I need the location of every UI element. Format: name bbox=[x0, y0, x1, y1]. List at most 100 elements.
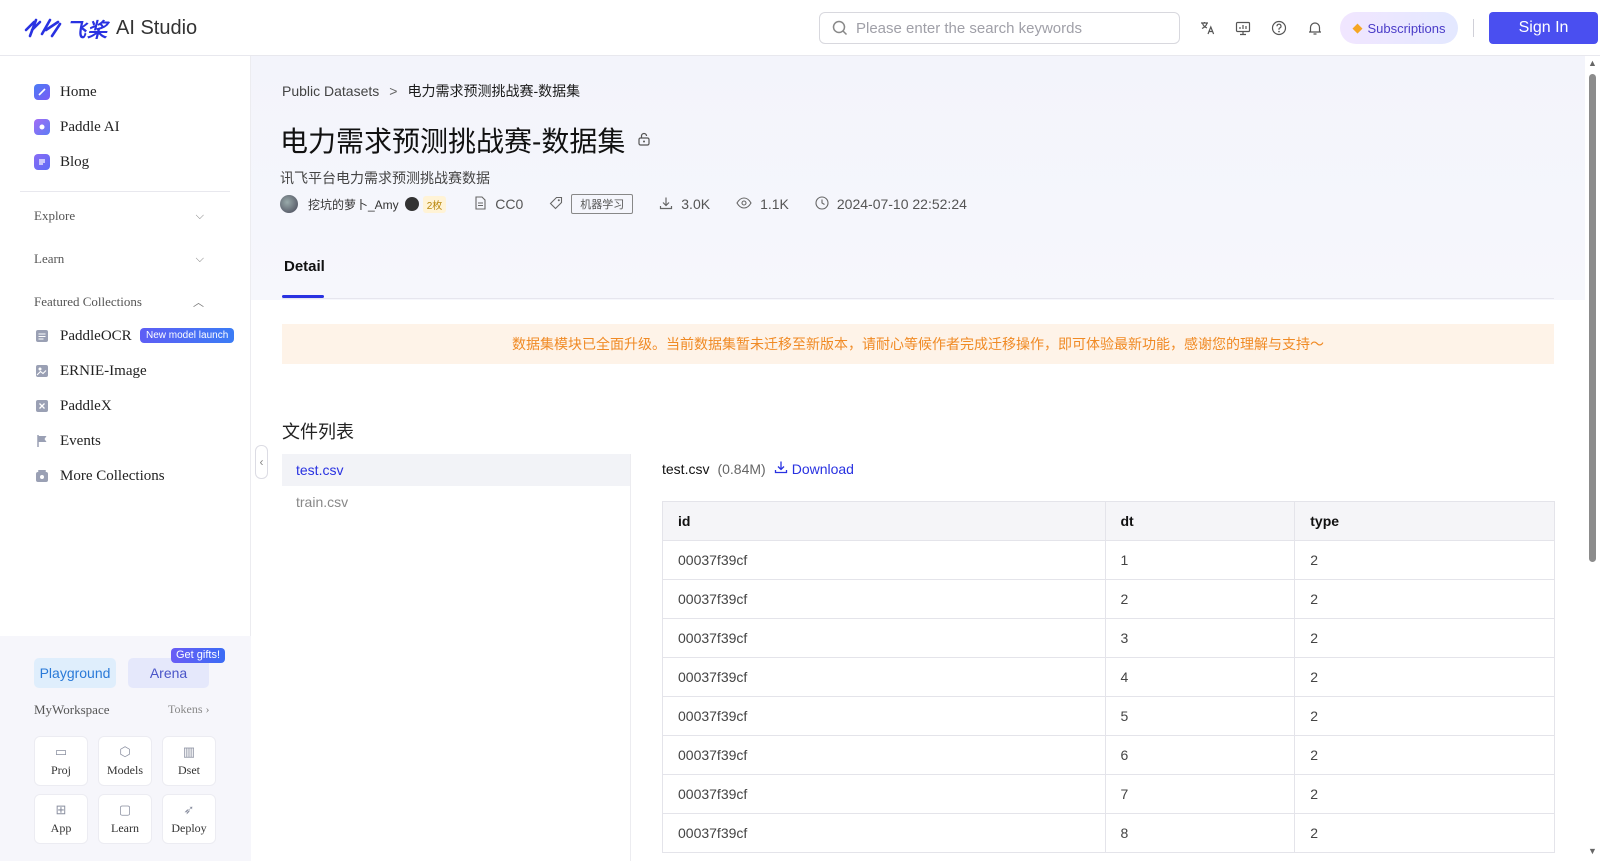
gem-icon: ◆ bbox=[1352, 20, 1363, 35]
table-cell: 2 bbox=[1104, 579, 1296, 619]
eye-icon bbox=[736, 196, 752, 213]
flag-icon bbox=[34, 433, 50, 449]
home-icon bbox=[34, 84, 50, 100]
scroll-down-arrow-icon[interactable]: ▼ bbox=[1588, 846, 1597, 856]
download-icon bbox=[659, 196, 673, 213]
new-model-badge: New model launch bbox=[140, 328, 235, 343]
table-row: 00037f39cf 4 2 bbox=[662, 657, 1555, 697]
coin-badge: 2枚 bbox=[422, 195, 447, 213]
table-cell: 4 bbox=[1104, 657, 1296, 697]
file-list-heading: 文件列表 bbox=[282, 422, 354, 442]
table-cell: 7 bbox=[1104, 774, 1296, 814]
breadcrumb: Public Datasets > 电力需求预测挑战赛-数据集 bbox=[282, 81, 580, 101]
search-box[interactable] bbox=[819, 12, 1180, 44]
top-navigation-bar: 飞桨 AI Studio ◆ Subscriptions Sign In bbox=[0, 0, 1600, 56]
cube-icon: ⬡ bbox=[119, 743, 131, 759]
download-icon bbox=[774, 460, 788, 477]
search-input[interactable] bbox=[856, 19, 1166, 37]
tabs-divider bbox=[282, 298, 1554, 299]
preview-filename: test.csv bbox=[662, 460, 710, 477]
logo-cn-text: 飞桨 bbox=[66, 19, 108, 42]
dataset-description: 讯飞平台电力需求预测挑战赛数据 bbox=[280, 170, 490, 186]
section-featured-collections[interactable]: Featured Collections ︿ bbox=[34, 294, 204, 310]
table-row: 00037f39cf 5 2 bbox=[662, 696, 1555, 736]
translate-icon[interactable] bbox=[1197, 18, 1217, 38]
table-row: 00037f39cf 7 2 bbox=[662, 774, 1555, 814]
table-row: 00037f39cf 3 2 bbox=[662, 618, 1555, 658]
section-label: Featured Collections bbox=[34, 294, 142, 309]
medal-icon bbox=[404, 197, 419, 211]
avatar[interactable] bbox=[280, 195, 298, 213]
workspace-card-models[interactable]: ⬡ Models bbox=[98, 736, 152, 786]
scroll-up-arrow-icon[interactable]: ▲ bbox=[1588, 58, 1597, 68]
column-header: type bbox=[1294, 501, 1555, 541]
sidebar-item-home[interactable]: Home bbox=[34, 80, 97, 104]
column-header: id bbox=[662, 501, 1106, 541]
document-icon bbox=[474, 195, 487, 213]
workspace-title: MyWorkspace bbox=[34, 702, 110, 717]
sidebar-item-ernie-image[interactable]: ERNIE-Image bbox=[34, 359, 147, 383]
page-title: 电力需求预测挑战赛-数据集 bbox=[280, 120, 651, 160]
sidebar-item-paddlex[interactable]: PaddleX bbox=[34, 394, 112, 418]
sidebar-item-paddle-ai[interactable]: Paddle AI bbox=[34, 115, 120, 139]
migration-notice: 数据集模块已全面升级。当前数据集暂未迁移至新版本，请耐心等候作者完成迁移操作，即… bbox=[282, 324, 1554, 364]
monitor-icon[interactable] bbox=[1233, 18, 1253, 38]
file-list: test.csv train.csv bbox=[282, 454, 631, 861]
sidebar: Home Paddle AI Blog Explore ⌵ Learn ⌵ Fe… bbox=[0, 56, 251, 861]
section-explore[interactable]: Explore ⌵ bbox=[34, 208, 204, 224]
help-icon[interactable] bbox=[1269, 18, 1289, 38]
sidebar-item-label: Home bbox=[60, 83, 97, 100]
table-cell: 00037f39cf bbox=[662, 540, 1106, 580]
dataset-header: Public Datasets > 电力需求预测挑战赛-数据集 电力需求预测挑战… bbox=[251, 56, 1585, 300]
table-cell: 1 bbox=[1104, 540, 1296, 580]
download-label: Download bbox=[791, 460, 854, 477]
preview-filesize: (0.84M) bbox=[717, 460, 766, 477]
main-content: Public Datasets > 电力需求预测挑战赛-数据集 电力需求预测挑战… bbox=[251, 56, 1585, 861]
workspace-card-app[interactable]: ⊞ App bbox=[34, 794, 88, 844]
sign-in-button[interactable]: Sign In bbox=[1489, 12, 1598, 44]
workspace-card-deploy[interactable]: ➶ Deploy bbox=[162, 794, 216, 844]
file-item-train-csv[interactable]: train.csv bbox=[282, 486, 630, 518]
subscriptions-button[interactable]: ◆ Subscriptions bbox=[1340, 12, 1458, 44]
logo-en-text: AI Studio bbox=[116, 16, 198, 39]
workspace-card-learn[interactable]: ▢ Learn bbox=[98, 794, 152, 844]
sidebar-item-events[interactable]: Events bbox=[34, 429, 101, 453]
chevron-up-icon: ︿ bbox=[193, 297, 204, 309]
tokens-link[interactable]: Tokens › bbox=[168, 702, 210, 717]
table-cell: 00037f39cf bbox=[662, 618, 1106, 658]
scrollbar-thumb[interactable] bbox=[1589, 74, 1596, 562]
workspace-card-proj[interactable]: ▭ Proj bbox=[34, 736, 88, 786]
table-cell: 00037f39cf bbox=[662, 657, 1106, 697]
sidebar-item-label: More Collections bbox=[60, 467, 165, 484]
breadcrumb-separator: > bbox=[389, 83, 398, 99]
workspace-card-dset[interactable]: ▥ Dset bbox=[162, 736, 216, 786]
logo[interactable]: 飞桨 AI Studio bbox=[24, 14, 197, 42]
paddlex-icon bbox=[34, 398, 50, 414]
table-row: 00037f39cf 8 2 bbox=[662, 813, 1555, 853]
header-divider bbox=[1473, 19, 1474, 37]
sidebar-item-paddleocr[interactable]: PaddleOCR bbox=[34, 324, 132, 348]
tab-detail[interactable]: Detail bbox=[284, 258, 325, 275]
license-info: CC0 bbox=[474, 195, 523, 213]
updated-info: 2024-07-10 22:52:24 bbox=[815, 195, 967, 213]
tag-badge[interactable]: 机器学习 bbox=[571, 194, 634, 214]
playground-button[interactable]: Playground bbox=[34, 658, 116, 688]
page-scrollbar[interactable]: ▲ ▼ bbox=[1585, 56, 1600, 861]
bell-icon[interactable] bbox=[1305, 18, 1325, 38]
table-cell: 5 bbox=[1104, 696, 1296, 736]
download-link[interactable]: Download bbox=[774, 460, 854, 477]
sidebar-item-blog[interactable]: Blog bbox=[34, 150, 89, 174]
table-row: 00037f39cf 1 2 bbox=[662, 540, 1555, 580]
table-cell: 2 bbox=[1294, 774, 1555, 814]
file-item-test-csv[interactable]: test.csv bbox=[282, 454, 630, 486]
breadcrumb-root[interactable]: Public Datasets bbox=[282, 83, 379, 99]
section-learn[interactable]: Learn ⌵ bbox=[34, 251, 204, 267]
clock-icon bbox=[815, 195, 829, 213]
workspace-panel: Playground Arena Get gifts! MyWorkspace … bbox=[0, 636, 251, 861]
sidebar-item-more-collections[interactable]: More Collections bbox=[34, 464, 165, 488]
paddle-ai-icon bbox=[34, 119, 50, 135]
author-name[interactable]: 挖坑的萝卜_Amy bbox=[308, 196, 399, 213]
section-label: Learn bbox=[34, 251, 65, 266]
views-info: 1.1K bbox=[736, 196, 789, 213]
table-cell: 3 bbox=[1104, 618, 1296, 658]
